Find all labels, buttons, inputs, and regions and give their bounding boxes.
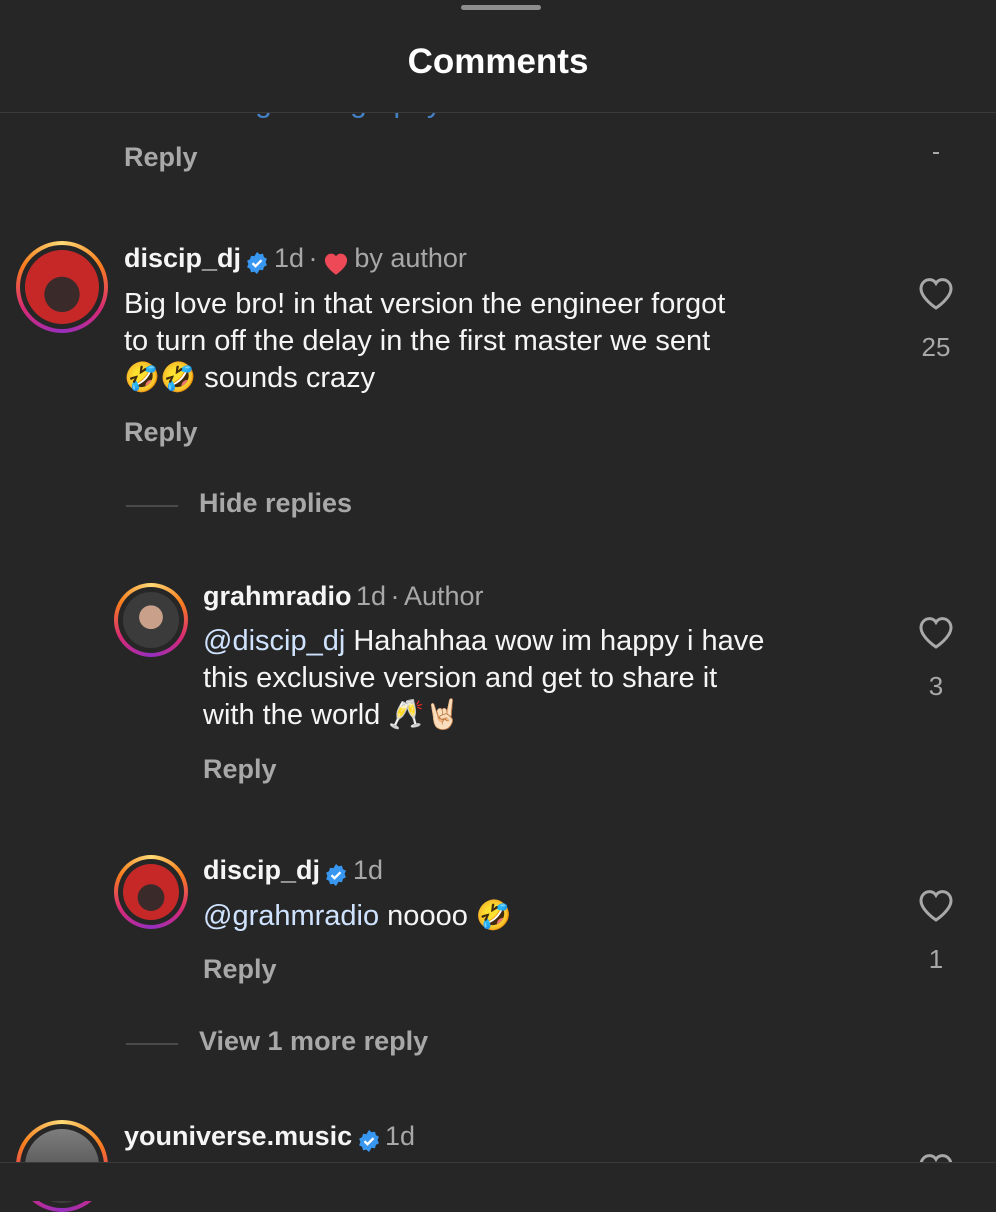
like-count: 3 bbox=[928, 671, 944, 701]
username[interactable]: youniverse.music bbox=[124, 1121, 352, 1151]
heart-outline-icon[interactable] bbox=[916, 886, 956, 924]
reply-header: grahmradio 1d · Author bbox=[203, 581, 484, 612]
avatar[interactable] bbox=[114, 855, 188, 929]
view-more-replies-button[interactable]: View 1 more reply bbox=[199, 1026, 428, 1057]
reply-line: with the world 🥂🤘🏻 bbox=[203, 699, 461, 731]
reply-body: @discip_dj Hahahhaa wow im happy i have … bbox=[203, 623, 764, 734]
username[interactable]: discip_dj bbox=[203, 855, 320, 885]
hide-replies-button[interactable]: Hide replies bbox=[199, 488, 352, 519]
comment-line: to turn off the delay in the first maste… bbox=[124, 325, 711, 357]
reply-button[interactable]: Reply bbox=[203, 954, 277, 985]
verified-badge-icon bbox=[247, 251, 268, 274]
mention-link[interactable]: @discip_dj bbox=[203, 625, 345, 657]
avatar[interactable] bbox=[16, 241, 108, 333]
previous-like-indicator bbox=[933, 152, 939, 154]
like-count: 25 bbox=[921, 332, 951, 362]
previous-reply-button[interactable]: Reply bbox=[124, 142, 198, 173]
separator: · bbox=[308, 243, 318, 273]
heart-outline-icon[interactable] bbox=[916, 274, 956, 312]
reply-line: this exclusive version and get to share … bbox=[203, 662, 718, 694]
username[interactable]: discip_dj bbox=[124, 243, 241, 273]
liked-by-author-label: by author bbox=[354, 243, 467, 273]
comment-body: Big love bro! in that version the engine… bbox=[124, 286, 725, 397]
bottom-bar bbox=[0, 1162, 996, 1201]
separator: · bbox=[390, 581, 400, 611]
sheet-grabber[interactable] bbox=[461, 5, 541, 10]
red-heart-icon bbox=[324, 253, 347, 275]
verified-badge-icon bbox=[326, 863, 347, 886]
comment-header: discip_dj 1d · by author bbox=[124, 243, 467, 276]
reply-header: discip_dj 1d bbox=[203, 855, 383, 887]
reply-time: 1d bbox=[352, 855, 383, 885]
comment-time: 1d bbox=[273, 243, 304, 273]
comment-line: Big love bro! in that version the engine… bbox=[124, 288, 726, 320]
reply-button[interactable]: Reply bbox=[203, 754, 277, 785]
reply-time: 1d bbox=[355, 581, 387, 611]
mention-link[interactable]: @grahmradio bbox=[203, 900, 379, 932]
page-title: Comments bbox=[407, 42, 589, 81]
verified-badge-icon bbox=[358, 1129, 379, 1152]
author-tag: Author bbox=[403, 581, 484, 611]
reply-body: @grahmradio noooo 🤣 bbox=[203, 900, 512, 932]
comments-header: Comments bbox=[0, 0, 996, 113]
replies-divider bbox=[126, 505, 178, 507]
header-divider bbox=[0, 112, 996, 113]
reply-line: @discip_dj Hahahhaa wow im happy i have bbox=[203, 625, 765, 657]
comment-time: 1d bbox=[385, 1121, 416, 1151]
avatar[interactable] bbox=[114, 583, 188, 657]
like-count: 1 bbox=[928, 944, 944, 974]
comment-header: youniverse.music 1d bbox=[124, 1121, 415, 1153]
reply-button[interactable]: Reply bbox=[124, 417, 198, 448]
username[interactable]: grahmradio bbox=[203, 581, 352, 611]
replies-divider bbox=[126, 1043, 178, 1045]
comment-line: 🤣🤣 sounds crazy bbox=[124, 362, 376, 394]
heart-outline-icon[interactable] bbox=[916, 613, 956, 651]
